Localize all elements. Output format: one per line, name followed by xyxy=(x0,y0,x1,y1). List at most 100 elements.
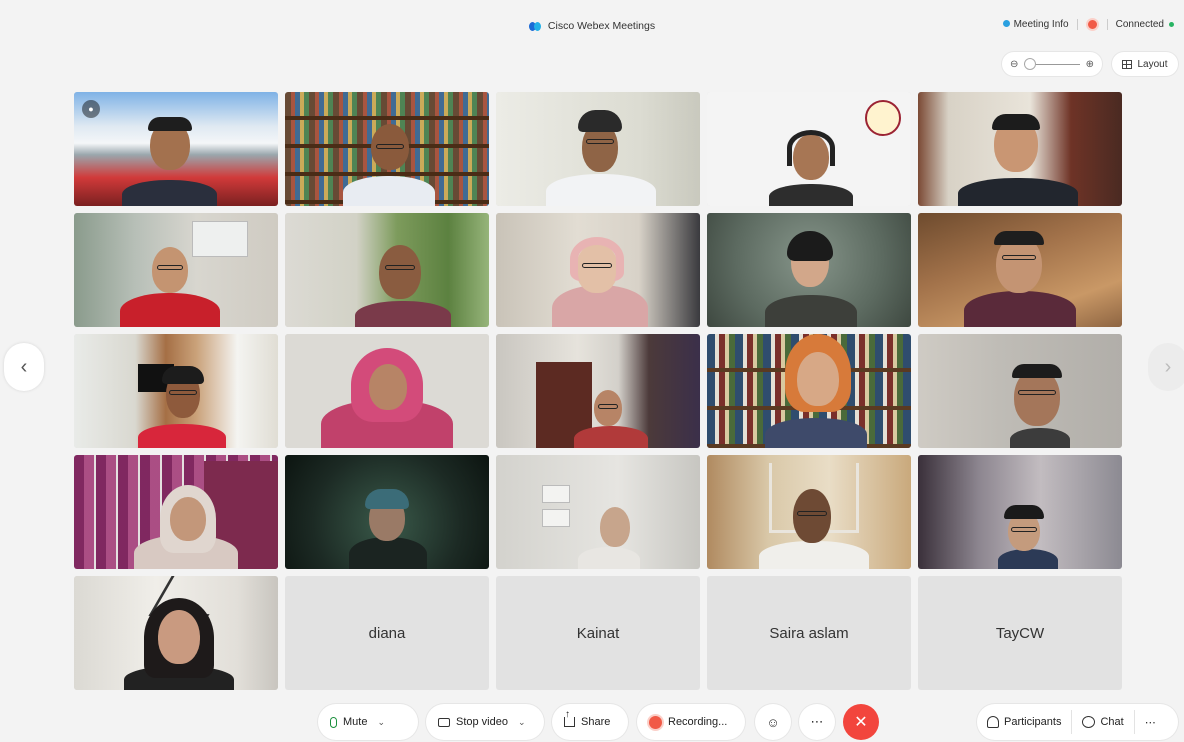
video-tile[interactable] xyxy=(74,455,278,569)
video-tile[interactable] xyxy=(707,213,911,327)
participant-video xyxy=(496,334,700,448)
share-button[interactable]: Share xyxy=(552,704,628,740)
video-tile[interactable] xyxy=(496,334,700,448)
more-icon: ⋯ xyxy=(1144,716,1156,729)
video-tile[interactable] xyxy=(918,213,1122,327)
participant-name: TayCW xyxy=(995,624,1045,642)
participant-video xyxy=(74,92,278,206)
participants-icon xyxy=(987,716,999,728)
participant-video xyxy=(918,92,1122,206)
participant-video xyxy=(74,576,278,690)
zoom-thumb[interactable] xyxy=(1024,57,1037,70)
participant-video xyxy=(74,455,278,569)
video-tile[interactable] xyxy=(918,334,1122,448)
video-tile[interactable] xyxy=(285,455,489,569)
smiley-icon: ☺ xyxy=(766,714,780,730)
mute-button[interactable]: Mute ⌄ xyxy=(318,704,418,740)
next-page-button[interactable]: › xyxy=(1148,343,1184,391)
participant-name: Kainat xyxy=(576,624,620,642)
meeting-controls: Mute ⌄ Stop video ⌄ Share Recording... ☺… xyxy=(0,702,1184,742)
microphone-icon xyxy=(330,716,337,728)
video-tile[interactable] xyxy=(496,455,700,569)
panel-controls: Participants Chat ⋯ xyxy=(977,704,1178,740)
divider xyxy=(1106,19,1108,30)
share-label: Share xyxy=(581,716,611,728)
participant-video xyxy=(496,213,700,327)
mute-label: Mute xyxy=(343,716,368,728)
participant-video xyxy=(496,92,700,206)
top-right-status: Meeting Info Connected xyxy=(1002,18,1174,31)
recording-label: Recording... xyxy=(668,716,728,728)
stop-video-label: Stop video xyxy=(456,716,508,728)
participant-video xyxy=(707,213,911,327)
meeting-info-button[interactable]: Meeting Info xyxy=(1002,19,1069,30)
participant-video xyxy=(285,455,489,569)
participant-video xyxy=(918,334,1122,448)
meeting-info-label: Meeting Info xyxy=(1013,19,1069,30)
video-grid: ● diana Kainat Saira aslam TayCW xyxy=(74,92,1122,690)
video-tile[interactable] xyxy=(707,334,911,448)
more-icon: ⋯ xyxy=(810,714,824,729)
video-tile[interactable] xyxy=(496,213,700,327)
connection-status-label: Connected xyxy=(1115,19,1164,30)
previous-page-button[interactable]: ‹ xyxy=(4,343,44,391)
participant-video xyxy=(285,334,489,448)
participant-video xyxy=(285,213,489,327)
participants-button[interactable]: Participants xyxy=(977,704,1071,740)
video-tile[interactable] xyxy=(918,92,1122,206)
chevron-down-icon[interactable]: ⌄ xyxy=(377,717,385,728)
video-tile[interactable] xyxy=(74,213,278,327)
headphones-icon xyxy=(787,130,835,166)
video-tile[interactable] xyxy=(707,455,911,569)
grid-layout-icon xyxy=(1122,59,1133,69)
video-tile[interactable] xyxy=(285,334,489,448)
name-only-tile[interactable]: diana xyxy=(285,576,489,690)
overflow-menu-button[interactable]: ⋯ xyxy=(1135,704,1166,740)
video-tile[interactable] xyxy=(285,213,489,327)
video-tile[interactable] xyxy=(285,92,489,206)
info-icon xyxy=(1002,20,1010,27)
close-icon: ✕ xyxy=(854,714,868,731)
recording-indicator-icon xyxy=(1085,18,1099,31)
participant-video xyxy=(707,334,911,448)
name-only-tile[interactable]: Kainat xyxy=(496,576,700,690)
chevron-left-icon: ‹ xyxy=(20,355,28,378)
muted-mic-icon: ● xyxy=(82,100,100,118)
participant-video xyxy=(707,455,911,569)
video-tile[interactable] xyxy=(918,455,1122,569)
reactions-button[interactable]: ☺ xyxy=(755,704,791,740)
chat-button[interactable]: Chat xyxy=(1072,704,1133,740)
camera-icon xyxy=(438,717,450,727)
more-options-button[interactable]: ⋯ xyxy=(799,704,835,740)
divider xyxy=(1076,19,1078,30)
participant-video xyxy=(918,455,1122,569)
layout-button[interactable]: Layout xyxy=(1112,52,1178,76)
zoom-in-icon[interactable]: ⊕ xyxy=(1086,59,1094,70)
name-only-tile[interactable]: Saira aslam xyxy=(707,576,911,690)
chevron-down-icon[interactable]: ⌄ xyxy=(518,717,526,728)
app-title: Cisco Webex Meetings xyxy=(528,20,655,32)
video-tile[interactable] xyxy=(74,334,278,448)
stop-video-button[interactable]: Stop video ⌄ xyxy=(426,704,544,740)
video-tile[interactable] xyxy=(707,92,911,206)
webex-logo-icon xyxy=(528,21,542,31)
end-meeting-button[interactable]: ✕ xyxy=(843,704,879,740)
video-tile[interactable]: ● xyxy=(74,92,278,206)
connection-status: Connected xyxy=(1116,19,1174,30)
zoom-track[interactable] xyxy=(1024,57,1080,70)
participant-video xyxy=(707,92,911,206)
participants-label: Participants xyxy=(1004,716,1062,728)
participant-name: Saira aslam xyxy=(769,624,849,642)
layout-label: Layout xyxy=(1137,58,1168,70)
participant-name: diana xyxy=(368,624,406,642)
video-tile[interactable] xyxy=(496,92,700,206)
participant-video xyxy=(918,213,1122,327)
zoom-slider[interactable]: ⊖ ⊕ xyxy=(1002,52,1102,76)
participant-video xyxy=(496,455,700,569)
name-only-tile[interactable]: TayCW xyxy=(918,576,1122,690)
zoom-out-icon[interactable]: ⊖ xyxy=(1010,59,1018,70)
video-tile[interactable] xyxy=(74,576,278,690)
chevron-right-icon: › xyxy=(1164,355,1172,378)
participant-video xyxy=(285,92,489,206)
recording-button[interactable]: Recording... xyxy=(637,704,745,740)
